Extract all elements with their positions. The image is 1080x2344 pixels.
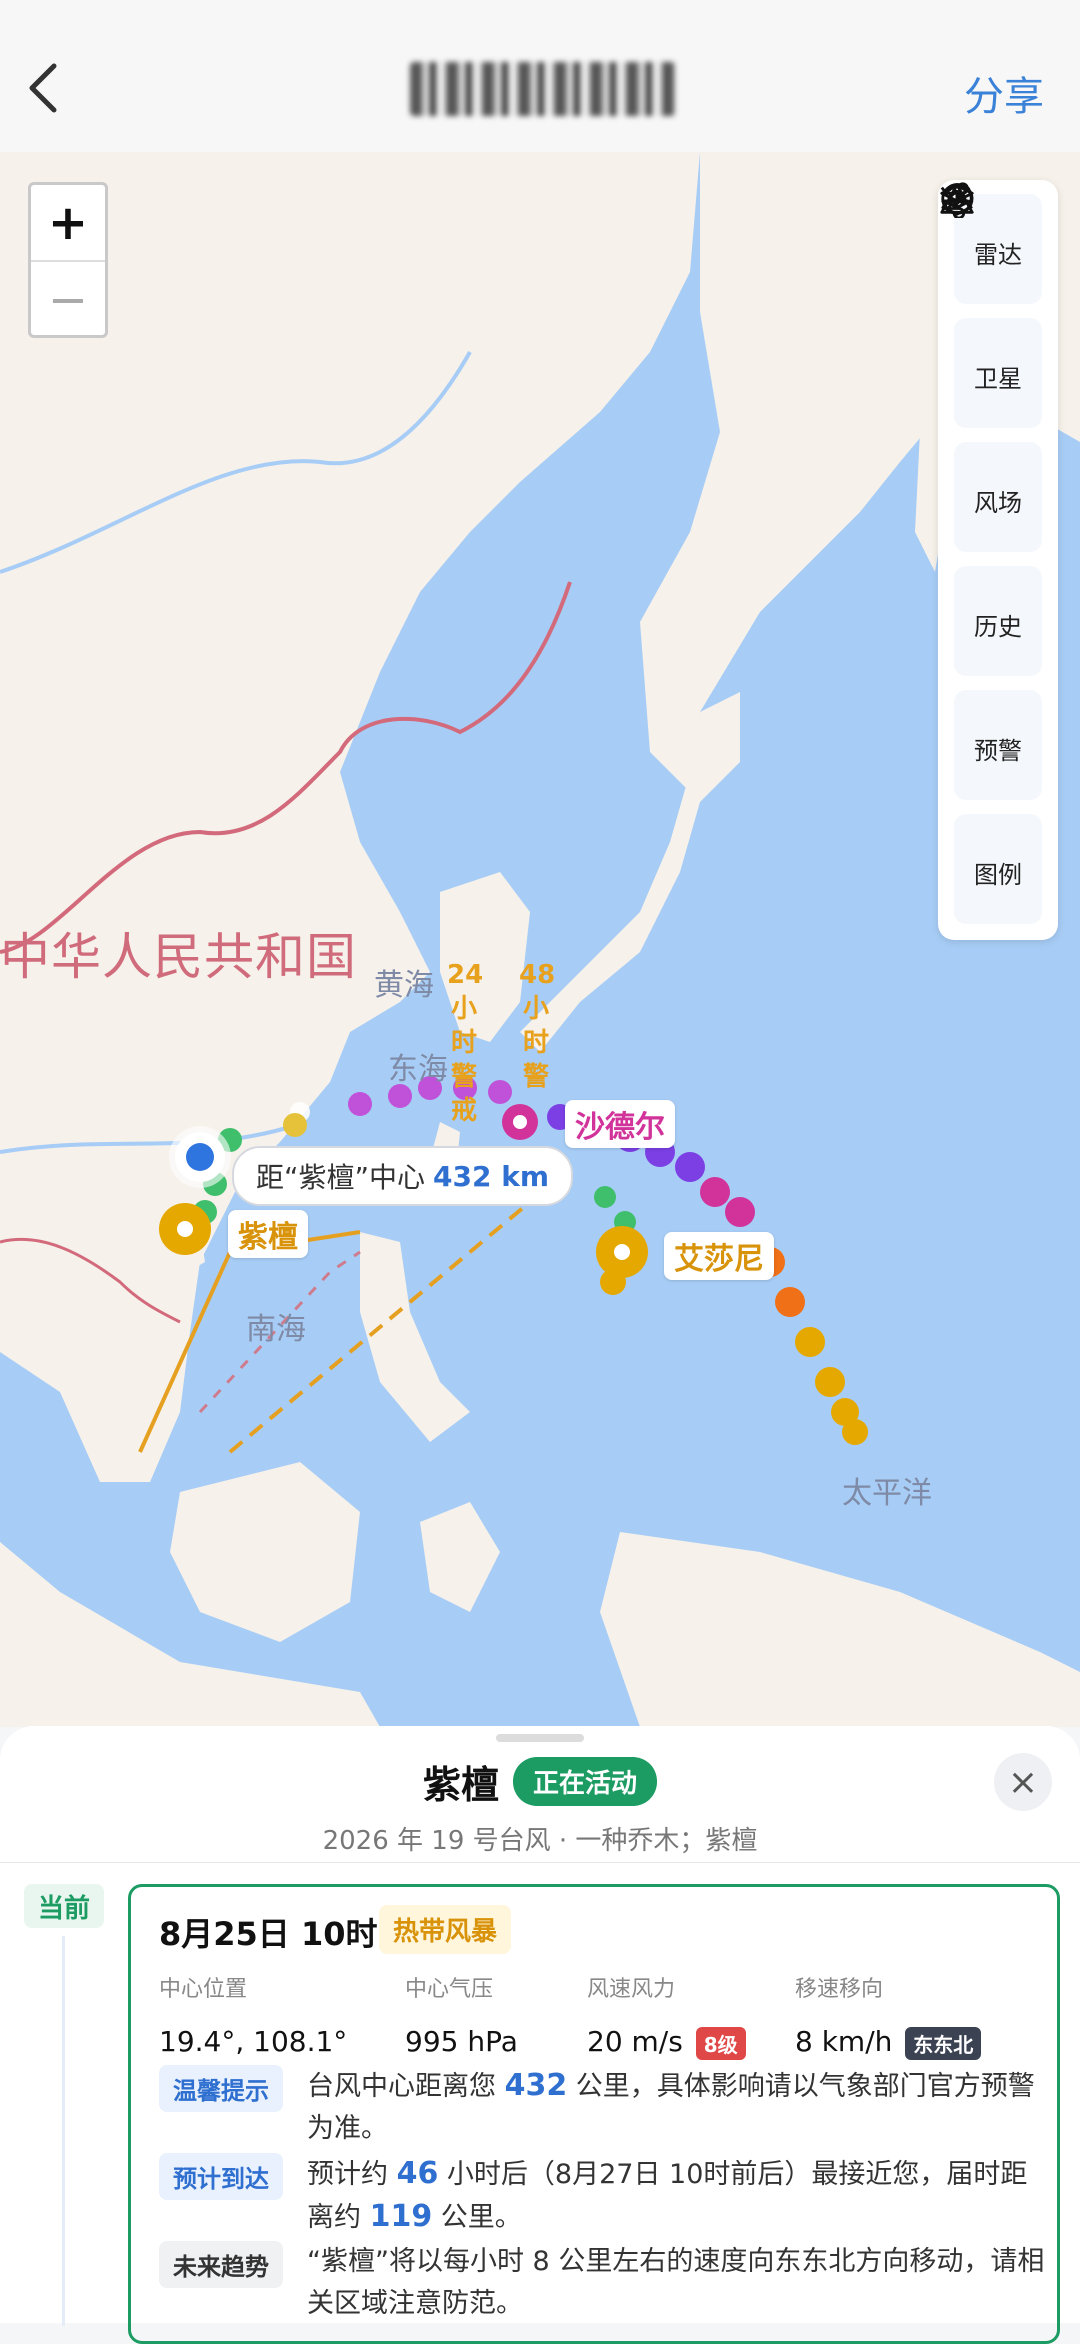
blurred-page-title [410, 62, 675, 116]
top-bar: 分享 [0, 0, 1080, 153]
tip-text-part: 公里。 [432, 2202, 522, 2233]
field-value: 995 hPa [405, 2025, 518, 2058]
tip-number: 432 [504, 2068, 568, 2103]
tool-label: 雷达 [974, 240, 1022, 269]
tool-label: 卫星 [974, 364, 1022, 393]
observation-time: 8月25日 10时 [159, 1915, 378, 1953]
storm-subtitle: 2026 年 19 号台风 · 一种乔木；紫檀 [322, 1826, 758, 1856]
tool-history[interactable]: 历史 [940, 183, 1042, 676]
field-value: 20 m/s [587, 2025, 683, 2058]
field-value: 8 km/h [795, 2025, 893, 2058]
zoom-in-button[interactable]: + [31, 185, 105, 262]
tip-tag: 温馨提示 [159, 2065, 283, 2112]
tip-number: 46 [396, 2156, 439, 2191]
field-label: 中心气压 [405, 1977, 494, 2002]
field-label: 中心位置 [159, 1977, 248, 2002]
direction-chip: 东东北 [905, 2026, 982, 2060]
storm-detail-sheet: 紫檀 正在活动 2026 年 19 号台风 · 一种乔木；紫檀 × 当前 8月2… [0, 1726, 1080, 2344]
mainland-shape [0, 152, 700, 1482]
storm-label-zitan[interactable]: 紫檀 [228, 1210, 308, 1258]
storm-title-row: 紫檀 正在活动 [0, 1754, 1080, 1809]
divider [0, 1862, 1080, 1863]
distance-prefix: 距“紫檀”中心 [256, 1161, 426, 1194]
new-guinea [600, 1532, 1080, 1727]
tip-text: 台风中心距离您 432 公里，具体影响请以气象部门官方预警为准。 [307, 2065, 1047, 2150]
status-badge: 正在活动 [513, 1757, 658, 1806]
japan [520, 692, 740, 1052]
field-value-row: 20 m/s 8级 [587, 2025, 746, 2060]
tip-number: 119 [369, 2199, 433, 2234]
ocean-label-pacific: 太平洋 [842, 1476, 932, 1511]
map-toolbar: 雷达 卫星 风场 历史 预警 图例 [938, 180, 1058, 940]
field-movement: 移速移向 8 km/h 东东北 [795, 1971, 982, 2060]
sulawesi [420, 1502, 500, 1612]
storm-label-aisani[interactable]: 艾莎尼 [664, 1232, 774, 1280]
distance-bubble: 距“紫檀”中心 432 km [232, 1146, 574, 1206]
tip-tag: 预计到达 [159, 2153, 283, 2200]
tip-text-part: 台风中心距离您 [307, 2071, 505, 2102]
borneo [170, 1462, 360, 1642]
field-pressure: 中心气压 995 hPa [405, 1971, 518, 2058]
track-aisani [594, 1186, 648, 1295]
tool-label: 风场 [974, 488, 1022, 517]
country-label: 中华人民共和国 [0, 928, 357, 986]
storm-label-shaddel[interactable]: 沙德尔 [565, 1100, 675, 1148]
timeline-line [62, 1936, 65, 2326]
tool-warning[interactable]: 预警 [940, 183, 1042, 800]
tool-label: 图例 [974, 860, 1022, 889]
current-status-card: 8月25日 10时 热带风暴 中心位置 19.4°, 108.1° 中心气压 9… [128, 1884, 1060, 2344]
tool-label: 预警 [974, 736, 1022, 765]
zoom-control: + − [28, 182, 108, 338]
tool-wind[interactable]: 风场 [941, 182, 1042, 552]
tip-text: 预计约 46 小时后（8月27日 10时前后）最接近您，届时距离约 119 公里… [307, 2153, 1047, 2239]
sea-label-east: 东海 [388, 1052, 448, 1087]
field-value-row: 8 km/h 东东北 [795, 2025, 982, 2060]
field-label: 风速风力 [587, 1977, 676, 2002]
wind-level-chip: 8级 [695, 2026, 746, 2060]
warning-label-48h: 48小时警 [519, 960, 556, 1092]
field-value: 19.4°, 108.1° [159, 2025, 348, 2058]
sea-label-yellow: 黄海 [374, 968, 434, 1003]
field-wind: 风速风力 20 m/s 8级 [587, 1971, 746, 2060]
field-position: 中心位置 19.4°, 108.1° [159, 1971, 347, 2058]
tool-label: 历史 [974, 612, 1022, 641]
intensity-badge: 热带风暴 [379, 1905, 512, 1954]
tool-legend[interactable]: 图例 [940, 184, 1042, 924]
close-button[interactable]: × [994, 1753, 1052, 1811]
distance-value: 432 km [433, 1159, 550, 1193]
field-label: 移速移向 [795, 1977, 884, 2002]
tip-tag: 未来趋势 [159, 2241, 283, 2288]
back-arrow-icon[interactable] [24, 58, 64, 118]
user-location-pin [175, 1132, 225, 1182]
tip-text: “紫檀”将以每小时 8 公里左右的速度向东东北方向移动，请相关区域注意防范。 [307, 2246, 1045, 2319]
storm-name: 紫檀 [422, 1763, 499, 1807]
sea-label-south: 南海 [246, 1312, 306, 1347]
warning-label-24h: 24小时警戒 [447, 960, 484, 1126]
tool-satellite[interactable]: 卫星 [944, 184, 1042, 428]
current-label: 当前 [24, 1884, 104, 1928]
typhoon-map[interactable]: + − 中华人民共和国 黄海 东海 南海 太平洋 24小时警戒 48小时警 沙德… [0, 152, 1080, 1727]
sheet-drag-handle[interactable] [496, 1734, 584, 1742]
layers-icon [940, 184, 974, 216]
tip-text-part: 预计约 [307, 2159, 397, 2190]
share-button[interactable]: 分享 [964, 64, 1044, 122]
zoom-out-button[interactable]: − [31, 262, 105, 337]
